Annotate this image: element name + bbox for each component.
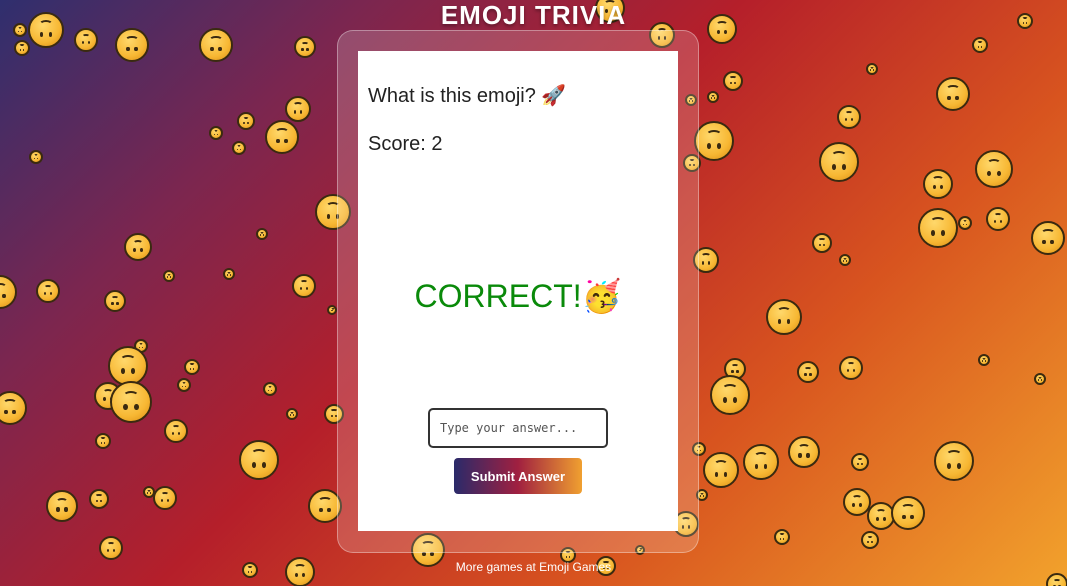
upside-down-face-icon [839, 254, 851, 266]
upside-down-face-icon [199, 28, 233, 62]
upside-down-face-icon [292, 274, 316, 298]
score-display: Score: 2 [368, 133, 443, 155]
upside-down-face-icon [978, 354, 990, 366]
upside-down-face-icon [774, 529, 790, 545]
upside-down-face-icon [263, 382, 277, 396]
upside-down-face-icon [14, 40, 30, 56]
upside-down-face-icon [986, 207, 1010, 231]
upside-down-face-icon [936, 77, 970, 111]
upside-down-face-icon [837, 105, 861, 129]
upside-down-face-icon [223, 268, 235, 280]
upside-down-face-icon [918, 208, 958, 248]
question-text: What is this emoji? 🚀 [368, 85, 567, 107]
upside-down-face-icon [184, 359, 200, 375]
upside-down-face-icon [934, 441, 974, 481]
upside-down-face-icon [143, 486, 155, 498]
upside-down-face-icon [788, 436, 820, 468]
upside-down-face-icon [89, 489, 109, 509]
upside-down-face-icon [0, 275, 17, 309]
answer-input[interactable] [428, 408, 608, 448]
upside-down-face-icon [1031, 221, 1065, 255]
upside-down-face-icon [707, 91, 719, 103]
upside-down-face-icon [710, 375, 750, 415]
upside-down-face-icon [743, 444, 779, 480]
result-message: CORRECT!🥳 [414, 278, 622, 314]
upside-down-face-icon [891, 496, 925, 530]
upside-down-face-icon [99, 536, 123, 560]
upside-down-face-icon [256, 228, 268, 240]
upside-down-face-icon [74, 28, 98, 52]
upside-down-face-icon [124, 233, 152, 261]
upside-down-face-icon [923, 169, 953, 199]
upside-down-face-icon [153, 486, 177, 510]
upside-down-face-icon [861, 531, 879, 549]
upside-down-face-icon [866, 63, 878, 75]
upside-down-face-icon [851, 453, 869, 471]
upside-down-face-icon [1034, 373, 1046, 385]
upside-down-face-icon [95, 433, 111, 449]
upside-down-face-icon [104, 290, 126, 312]
upside-down-face-icon [163, 270, 175, 282]
upside-down-face-icon [108, 346, 148, 386]
upside-down-face-icon [164, 419, 188, 443]
upside-down-face-icon [209, 126, 223, 140]
submit-answer-button[interactable]: Submit Answer [454, 458, 582, 494]
upside-down-face-icon [766, 299, 802, 335]
upside-down-face-icon [46, 490, 78, 522]
upside-down-face-icon [286, 408, 298, 420]
upside-down-face-icon [975, 150, 1013, 188]
upside-down-face-icon [36, 279, 60, 303]
footer-link[interactable]: More games at Emoji Games [0, 560, 1067, 574]
upside-down-face-icon [972, 37, 988, 53]
upside-down-face-icon [1046, 573, 1067, 586]
upside-down-face-icon [29, 150, 43, 164]
upside-down-face-icon [285, 96, 311, 122]
upside-down-face-icon [239, 440, 279, 480]
upside-down-face-icon [812, 233, 832, 253]
upside-down-face-icon [797, 361, 819, 383]
upside-down-face-icon [115, 28, 149, 62]
upside-down-face-icon [237, 112, 255, 130]
upside-down-face-icon [294, 36, 316, 58]
upside-down-face-icon [703, 452, 739, 488]
page-title: EMOJI TRIVIA [440, 0, 627, 30]
upside-down-face-icon [0, 391, 27, 425]
upside-down-face-icon [110, 381, 152, 423]
upside-down-face-icon [723, 71, 743, 91]
upside-down-face-icon [694, 121, 734, 161]
upside-down-face-icon [958, 216, 972, 230]
upside-down-face-icon [327, 305, 337, 315]
upside-down-face-icon [819, 142, 859, 182]
upside-down-face-icon [839, 356, 863, 380]
upside-down-face-icon [265, 120, 299, 154]
upside-down-face-icon [232, 141, 246, 155]
trivia-card: What is this emoji? 🚀 Score: 2 CORRECT!🥳… [358, 51, 678, 531]
upside-down-face-icon [177, 378, 191, 392]
